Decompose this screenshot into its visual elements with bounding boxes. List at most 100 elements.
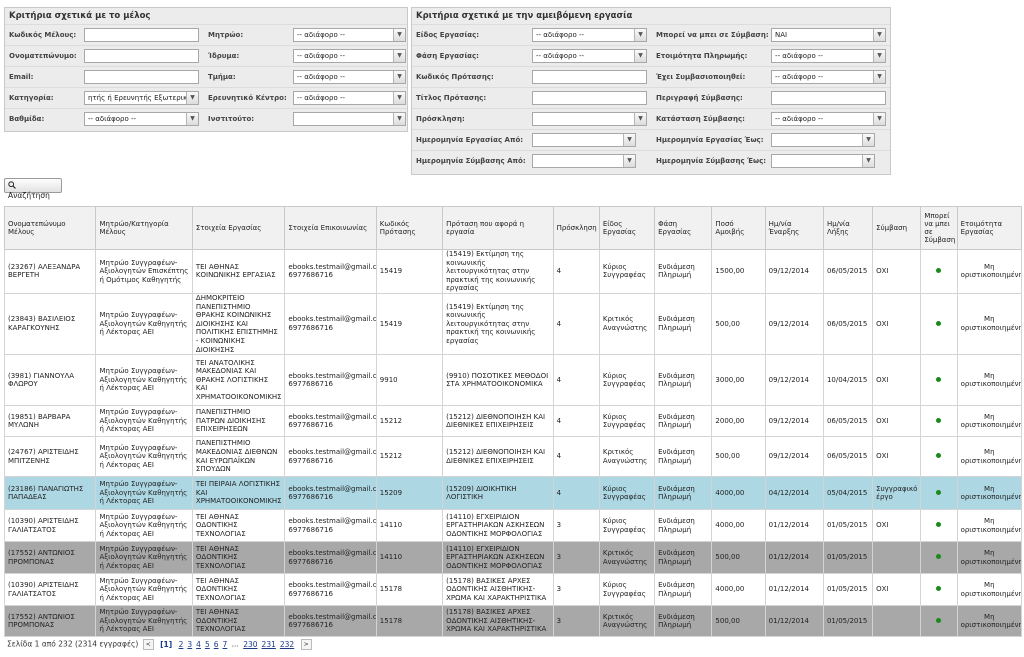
table-cell: Ενδιάμεση Πληρωμή [654, 292, 713, 356]
column-header[interactable]: Πρόταση που αφορά η εργασία [442, 206, 554, 250]
magnifier-icon [8, 181, 16, 191]
page-link[interactable]: 2 [179, 640, 184, 649]
table-row[interactable]: (23843) ΒΑΣΙΛΕΙΟΣ ΚΑΡΑΓΚΟΥΝΗΣ Μητρώο Συγγ… [3, 292, 1023, 356]
filter-row: Πρόσκληση: ▼ Κατάσταση Σύμβασης: -- αδιάφορ… [412, 108, 890, 130]
table-row[interactable]: (17552) ΑΝΤΩΝΙΟΣ ΠΡΟΜΠΟΝΑΣ Μητρώο Συγγραφ… [3, 605, 1023, 638]
table-cell: 3 [552, 541, 600, 575]
table-cell: 15209 [375, 476, 444, 511]
text-field[interactable] [532, 70, 647, 84]
text-field[interactable] [532, 91, 647, 105]
table-row[interactable]: (19851) ΒΑΡΒΑΡΑ ΜΥΛΩΝΗ Μητρώο Συγγραφέων-… [3, 405, 1023, 438]
table-cell: Ενδιάμεση Πληρωμή [654, 541, 713, 575]
select-field[interactable]: -- αδιάφορο -- ▼ [532, 49, 647, 63]
column-header[interactable]: Ετοιμότητα Εργασίας [956, 206, 1023, 250]
table-cell: ebooks.testmail@gmail.com 6977686716 [284, 573, 377, 607]
table-row[interactable]: (23267) ΑΛΕΞΑΝΔΡΑ ΒΕΡΓΕΤΗ Μητρώο Συγγραφέ… [3, 249, 1023, 294]
select-field[interactable]: ▼ [771, 133, 875, 147]
column-header[interactable]: Ονοματεπώνυμο Μέλους [3, 206, 97, 250]
table-cell: (3981) ΓΙΑΝΝΟΥΛΑ ΦΛΩΡΟΥ [3, 354, 97, 407]
page-link[interactable]: 3 [187, 640, 192, 649]
table-row[interactable]: (3981) ΓΙΑΝΝΟΥΛΑ ΦΛΩΡΟΥ Μητρώο Συγγραφέων… [3, 354, 1023, 407]
table-cell: Κριτικός Αναγνώστης [598, 436, 656, 478]
search-button[interactable]: Αναζήτηση [4, 178, 62, 200]
table-cell: Μη οριστικοποιημένη [956, 249, 1023, 294]
column-header[interactable]: Ημ/νία Λήξης [822, 206, 874, 250]
page-link[interactable]: 4 [196, 640, 201, 649]
chevron-down-icon[interactable]: ▼ [634, 29, 646, 41]
table-cell: (24767) ΑΡΙΣΤΕΙΔΗΣ ΜΠΙΤΖΕΝΗΣ [3, 436, 97, 478]
next-page-button[interactable]: > [300, 639, 312, 650]
chevron-down-icon[interactable]: ▼ [393, 71, 405, 83]
page-link[interactable]: 231 [262, 640, 276, 649]
select-field[interactable]: ▼ [532, 154, 636, 168]
table-cell: 500,00 [711, 541, 766, 575]
chevron-down-icon[interactable]: ▼ [634, 113, 646, 125]
text-field[interactable] [771, 91, 886, 105]
column-header[interactable]: Μπορεί να μπει σε Σύμβαση [920, 206, 958, 250]
contract-eligible-cell [920, 436, 958, 478]
column-header[interactable]: Ημ/νία Έναρξης [764, 206, 824, 250]
select-field[interactable]: ▼ [532, 133, 636, 147]
text-field[interactable] [84, 49, 199, 63]
chevron-down-icon[interactable]: ▼ [862, 134, 874, 146]
table-row[interactable]: (10390) ΑΡΙΣΤΕΙΔΗΣ ΓΑΛΙΑΤΣΑΤΟΣ Μητρώο Συγ… [3, 573, 1023, 607]
column-header[interactable]: Κωδικός Πρότασης [375, 206, 444, 250]
field-label: Ετοιμότητα Πληρωμής: [656, 52, 748, 60]
table-row[interactable]: (24767) ΑΡΙΣΤΕΙΔΗΣ ΜΠΙΤΖΕΝΗΣ Μητρώο Συγγρ… [3, 436, 1023, 478]
chevron-down-icon[interactable]: ▼ [623, 155, 635, 167]
select-field[interactable]: -- αδιάφορο -- ▼ [771, 49, 886, 63]
select-field[interactable]: ▼ [771, 154, 875, 168]
chevron-down-icon[interactable]: ▼ [873, 29, 885, 41]
chevron-down-icon[interactable]: ▼ [186, 113, 198, 125]
table-cell: (15419) Εκτίμηση της κοινωνικής λειτουργ… [442, 292, 554, 356]
select-field[interactable]: -- αδιάφορο -- ▼ [771, 70, 886, 84]
table-cell: Μη οριστικοποιημένη [956, 436, 1023, 478]
select-field[interactable]: -- αδιάφορο -- ▼ [532, 28, 647, 42]
column-header[interactable]: Σύμβαση [872, 206, 922, 250]
chevron-down-icon[interactable]: ▼ [393, 113, 405, 125]
column-header[interactable]: Ποσό Αμοιβής [711, 206, 766, 250]
chevron-down-icon[interactable]: ▼ [873, 50, 885, 62]
chevron-down-icon[interactable]: ▼ [393, 50, 405, 62]
column-header[interactable]: Μητρώο/Κατηγορία Μέλους [95, 206, 193, 250]
chevron-down-icon[interactable]: ▼ [873, 113, 885, 125]
table-cell: 3 [552, 509, 600, 543]
table-cell: 500,00 [711, 605, 766, 638]
page-link[interactable]: 232 [280, 640, 294, 649]
text-field[interactable] [84, 28, 199, 42]
work-criteria-panel: Κριτήρια σχετικά με την αμειβόμενη εργασ… [411, 7, 891, 175]
column-header[interactable]: Φάση Εργασίας [654, 206, 713, 250]
chevron-down-icon[interactable]: ▼ [862, 155, 874, 167]
chevron-down-icon[interactable]: ▼ [623, 134, 635, 146]
status-dot-icon [936, 522, 942, 528]
column-header[interactable]: Στοιχεία Επικοινωνίας [284, 206, 377, 250]
page-link[interactable]: 7 [223, 640, 228, 649]
page-link[interactable]: 6 [214, 640, 219, 649]
page-link[interactable]: 230 [243, 640, 257, 649]
table-row[interactable]: (23186) ΠΑΝΑΓΙΩΤΗΣ ΠΑΠΑΔΕΑΣ Μητρώο Συγγρα… [3, 476, 1023, 511]
column-header[interactable]: Στοιχεία Εργασίας [191, 206, 286, 250]
text-field[interactable] [84, 70, 199, 84]
chevron-down-icon[interactable]: ▼ [873, 71, 885, 83]
select-field[interactable]: -- αδιάφορο -- ▼ [293, 91, 406, 105]
chevron-down-icon[interactable]: ▼ [186, 92, 198, 104]
chevron-down-icon[interactable]: ▼ [634, 50, 646, 62]
select-field[interactable]: -- αδιάφορο -- ▼ [293, 49, 406, 63]
select-field[interactable]: ητής ή Ερευνητής Εξωτερικου ▼ [84, 91, 199, 105]
select-field[interactable]: -- αδιάφορο -- ▼ [293, 70, 406, 84]
page-link[interactable]: 5 [205, 640, 210, 649]
table-cell: (14110) ΕΓΧΕΙΡΙΔΙΟΝ ΕΡΓΑΣΤΗΡΙΑΚΩΝ ΑΣΚΗΣΕ… [442, 541, 554, 575]
prev-page-button[interactable]: < [142, 639, 154, 650]
select-field[interactable]: -- αδιάφορο -- ▼ [84, 112, 199, 126]
select-field[interactable]: ΝΑΙ ▼ [771, 28, 886, 42]
select-field[interactable]: ▼ [293, 112, 406, 126]
select-field[interactable]: -- αδιάφορο -- ▼ [771, 112, 886, 126]
column-header[interactable]: Πρόσκληση [552, 206, 600, 250]
table-row[interactable]: (17552) ΑΝΤΩΝΙΟΣ ΠΡΟΜΠΟΝΑΣ Μητρώο Συγγραφ… [3, 541, 1023, 575]
column-header[interactable]: Είδος Εργασίας [598, 206, 656, 250]
select-field[interactable]: -- αδιάφορο -- ▼ [293, 28, 406, 42]
table-row[interactable]: (10390) ΑΡΙΣΤΕΙΔΗΣ ΓΑΛΙΑΤΣΑΤΟΣ Μητρώο Συγ… [3, 509, 1023, 543]
chevron-down-icon[interactable]: ▼ [393, 92, 405, 104]
chevron-down-icon[interactable]: ▼ [393, 29, 405, 41]
select-field[interactable]: ▼ [532, 112, 647, 126]
